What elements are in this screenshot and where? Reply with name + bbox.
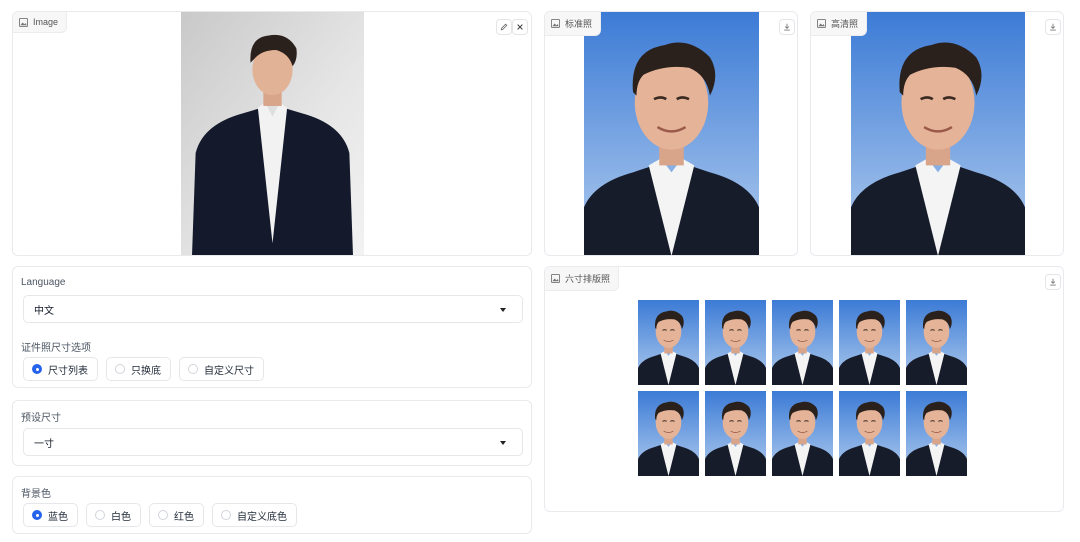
background-radio-label: 红色 xyxy=(174,511,194,523)
tile-portrait xyxy=(839,300,900,385)
tile-portrait xyxy=(705,391,766,476)
layout-photo-tile xyxy=(638,391,699,476)
layout-photo-tile xyxy=(705,391,766,476)
tile-portrait xyxy=(772,391,833,476)
layout-photo-tile xyxy=(638,300,699,385)
layout-photo-tile xyxy=(906,391,967,476)
background-option-group: 蓝色 白色 红色 自定义底色 xyxy=(23,503,297,527)
background-color-panel: 背景色 蓝色 白色 红色 自定义底色 xyxy=(12,476,532,534)
tile-portrait xyxy=(906,300,967,385)
language-select[interactable]: 中文 xyxy=(23,295,523,323)
clear-image-button[interactable] xyxy=(512,19,528,35)
size-option-radio-label: 自定义尺寸 xyxy=(204,365,254,377)
layout-sheet-grid xyxy=(638,300,970,480)
radio-dot-icon xyxy=(115,364,125,374)
edit-button[interactable] xyxy=(496,19,512,35)
tile-portrait xyxy=(839,391,900,476)
radio-dot-icon xyxy=(158,510,168,520)
preset-size-value: 一寸 xyxy=(34,438,54,450)
tile-portrait xyxy=(638,391,699,476)
size-option-group: 尺寸列表 只换底 自定义尺寸 xyxy=(23,357,264,381)
hd-photo-panel: 高清照 xyxy=(810,11,1064,256)
hd-photo xyxy=(851,12,1025,256)
radio-dot-icon xyxy=(188,364,198,374)
preset-size-select[interactable]: 一寸 xyxy=(23,428,523,456)
size-option-radio-1[interactable]: 尺寸列表 xyxy=(23,357,98,381)
standard-portrait xyxy=(584,12,759,256)
input-image-label: Image xyxy=(33,17,59,27)
download-icon xyxy=(783,23,791,31)
layout-sheet-label: 六寸排版照 xyxy=(565,274,611,284)
input-image-panel: Image xyxy=(12,11,532,256)
image-icon xyxy=(817,19,826,28)
background-radio-1[interactable]: 蓝色 xyxy=(23,503,78,527)
input-image-tag: Image xyxy=(13,12,68,33)
radio-dot-icon xyxy=(95,510,105,520)
layout-photo-tile xyxy=(705,300,766,385)
background-radio-4[interactable]: 自定义底色 xyxy=(212,503,297,527)
size-option-radio-3[interactable]: 自定义尺寸 xyxy=(179,357,264,381)
layout-download-button[interactable] xyxy=(1045,274,1061,290)
hd-photo-label: 高清照 xyxy=(831,19,859,29)
standard-photo-panel: 标准照 xyxy=(544,11,798,256)
background-radio-label: 蓝色 xyxy=(48,511,68,523)
uploaded-photo[interactable] xyxy=(181,12,364,256)
settings-panel: Language 中文 证件照尺寸选项 尺寸列表 只换底 自定义尺寸 xyxy=(12,266,532,388)
standard-photo-tag: 标准照 xyxy=(545,12,602,36)
language-label: Language xyxy=(21,277,66,288)
preset-size-panel: 预设尺寸 一寸 xyxy=(12,400,532,466)
hd-download-button[interactable] xyxy=(1045,19,1061,35)
uploaded-portrait xyxy=(181,12,364,256)
background-radio-2[interactable]: 白色 xyxy=(86,503,141,527)
chevron-down-icon xyxy=(500,308,506,312)
image-icon xyxy=(551,19,560,28)
standard-photo-label: 标准照 xyxy=(565,19,593,29)
background-radio-label: 自定义底色 xyxy=(237,511,287,523)
chevron-down-icon xyxy=(500,441,506,445)
preset-size-label: 预设尺寸 xyxy=(21,413,61,424)
layout-sheet-tag: 六寸排版照 xyxy=(545,267,620,291)
tile-portrait xyxy=(906,391,967,476)
background-label: 背景色 xyxy=(21,489,51,500)
background-radio-label: 白色 xyxy=(111,511,131,523)
layout-photo-tile xyxy=(772,300,833,385)
language-value: 中文 xyxy=(34,305,54,317)
image-icon xyxy=(551,274,560,283)
size-option-radio-label: 只换底 xyxy=(131,365,161,377)
download-icon xyxy=(1049,23,1057,31)
size-option-label: 证件照尺寸选项 xyxy=(21,343,91,354)
layout-photo-tile xyxy=(839,300,900,385)
layout-photo-tile xyxy=(839,391,900,476)
radio-dot-icon xyxy=(221,510,231,520)
download-icon xyxy=(1049,278,1057,286)
layout-photo-tile xyxy=(906,300,967,385)
size-option-radio-label: 尺寸列表 xyxy=(48,365,88,377)
background-radio-3[interactable]: 红色 xyxy=(149,503,204,527)
image-icon xyxy=(19,18,28,27)
hd-portrait xyxy=(851,12,1025,256)
radio-dot-icon xyxy=(32,364,42,374)
pencil-icon xyxy=(500,23,508,31)
layout-photo-tile xyxy=(772,391,833,476)
tile-portrait xyxy=(772,300,833,385)
close-icon xyxy=(517,24,523,30)
standard-photo xyxy=(584,12,759,256)
size-option-radio-2[interactable]: 只换底 xyxy=(106,357,171,381)
tile-portrait xyxy=(705,300,766,385)
standard-download-button[interactable] xyxy=(779,19,795,35)
hd-photo-tag: 高清照 xyxy=(811,12,868,36)
radio-dot-icon xyxy=(32,510,42,520)
tile-portrait xyxy=(638,300,699,385)
